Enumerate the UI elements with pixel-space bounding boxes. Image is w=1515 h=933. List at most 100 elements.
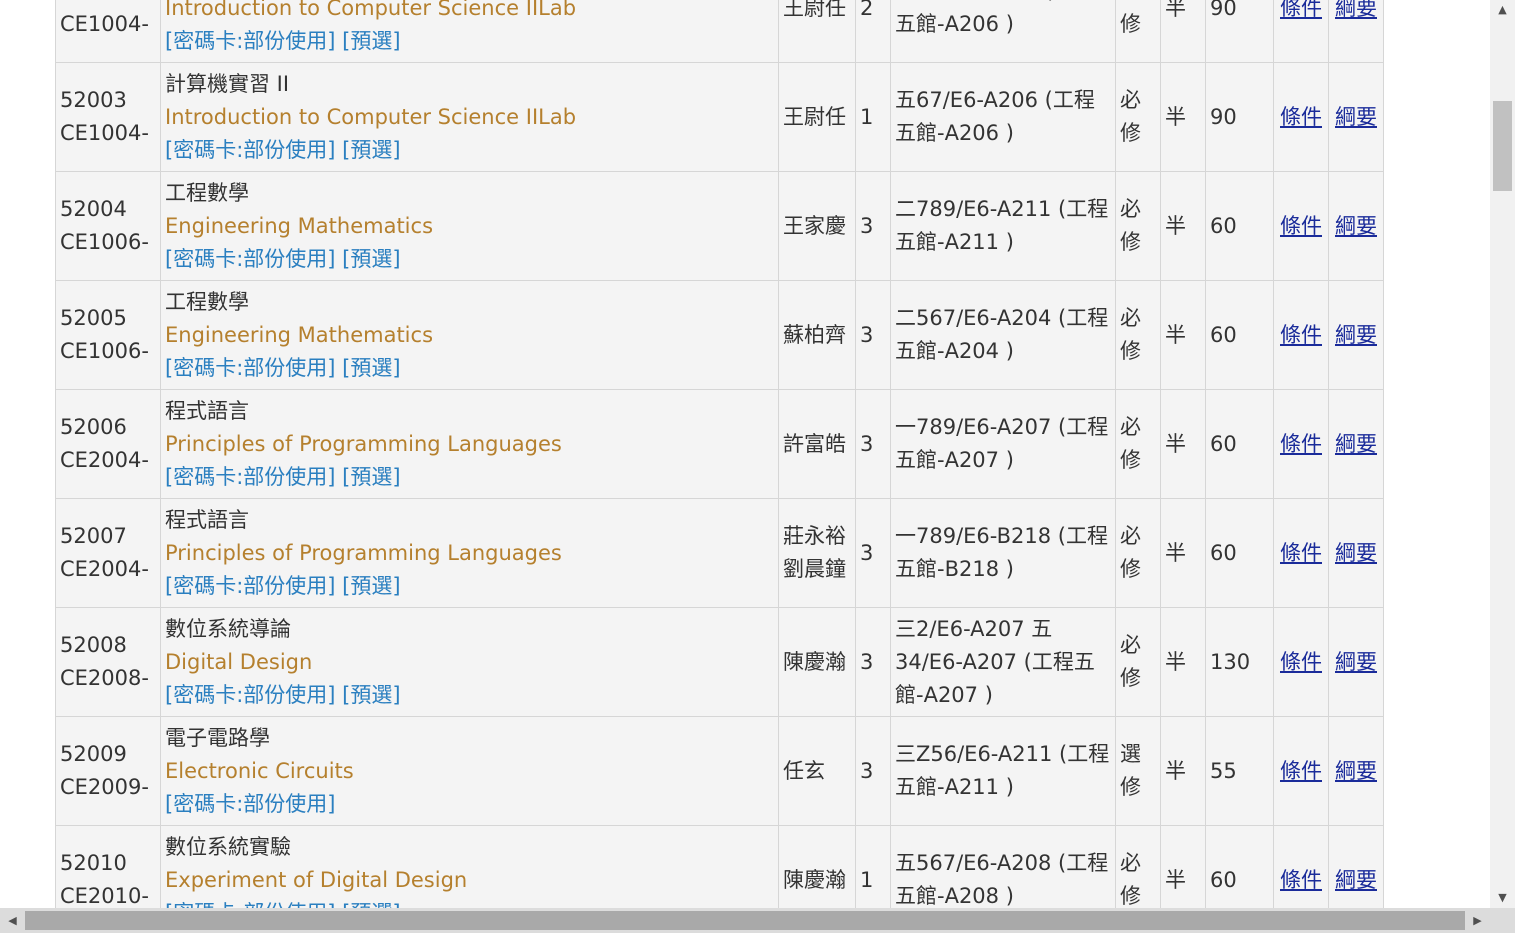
course-dept-code: CE2010- [60,884,149,908]
condition-link[interactable]: 條件 [1278,0,1324,21]
course-row: 52010 CE2010- 數位系統實驗 Experiment of Digital … [55,825,1384,909]
course-links: [密碼卡:部份使用] [165,788,774,821]
credit-cell: 3 [855,280,891,390]
outline-cell: 綱要 [1328,825,1384,908]
preselect-link[interactable]: [預選] [342,247,400,271]
condition-link[interactable]: 條件 [1278,649,1324,675]
course-row: 52003 CE1004- 計算機實習 II Introduction to Comp… [55,62,1384,172]
capacity-cell: 60 [1205,171,1274,281]
outline-link[interactable]: 綱要 [1333,758,1379,784]
outline-link[interactable]: 綱要 [1333,0,1379,21]
required-type-cell: 必修 [1115,825,1161,908]
semester-cell: 半 [1160,716,1206,826]
course-name-zh: 工程數學 [165,180,249,205]
scroll-right-arrow-icon[interactable]: ▶ [1465,908,1490,933]
course-name-cell: 計算機實習 IIIntroduction to Computer Science… [160,62,779,172]
barcode-link[interactable]: [密碼卡:部份使用] [165,138,335,162]
course-row: 52008 CE2008- 數位系統導論 Digital Design [密碼卡:部份使… [55,607,1384,717]
preselect-link[interactable]: [預選] [342,465,400,489]
barcode-link[interactable]: [密碼卡:部份使用] [165,792,335,816]
scroll-down-arrow-icon[interactable]: ▼ [1490,888,1515,908]
course-dept-code: CE1004- [60,12,149,36]
course-links: [密碼卡:部份使用] [預選] [165,461,774,494]
course-name-cell: 工程數學 Engineering Mathematics [密碼卡:部份使用] [預… [160,171,779,281]
outline-link[interactable]: 綱要 [1333,213,1379,239]
preselect-link[interactable]: [預選] [342,574,400,598]
barcode-link[interactable]: [密碼卡:部份使用] [165,901,335,909]
capacity-cell: 130 [1205,607,1274,717]
condition-link[interactable]: 條件 [1278,213,1324,239]
page-viewport[interactable]: 52002CE1004-計算機實習 IIIntroduction to Comp… [0,0,1490,908]
outline-link[interactable]: 綱要 [1333,431,1379,457]
course-serial: 52010 [60,851,127,875]
course-name-zh: 計算機實習 II [165,71,290,96]
barcode-link[interactable]: [密碼卡:部份使用] [165,574,335,598]
course-name-cell: 計算機實習 IIIntroduction to Computer Science… [160,0,779,63]
credit-cell: 3 [855,171,891,281]
capacity-cell: 60 [1205,825,1274,908]
time-location-cell: 三2/E6-A207 五34/E6-A207 (工程五館-A207 ) [890,607,1116,717]
capacity-cell: 90 [1205,0,1274,63]
outline-link[interactable]: 綱要 [1333,322,1379,348]
outline-cell: 綱要 [1328,0,1384,63]
barcode-link[interactable]: [密碼卡:部份使用] [165,683,335,707]
preselect-link[interactable]: [預選] [342,356,400,380]
condition-link[interactable]: 條件 [1278,104,1324,130]
preselect-link[interactable]: [預選] [342,138,400,162]
teacher-cell: 王尉任 [778,0,856,63]
condition-link[interactable]: 條件 [1278,322,1324,348]
condition-link[interactable]: 條件 [1278,758,1324,784]
vertical-scrollbar[interactable]: ▲ ▼ [1490,0,1515,908]
time-location-cell: 五567/E6-A208 (工程五館-A208 ) [890,825,1116,908]
barcode-link[interactable]: [密碼卡:部份使用] [165,356,335,380]
time-location-cell: 二567/E6-A204 (工程五館-A204 ) [890,280,1116,390]
outline-cell: 綱要 [1328,607,1384,717]
credit-cell: 1 [855,62,891,172]
credit-cell: 3 [855,607,891,717]
course-links: [密碼卡:部份使用] [預選] [165,25,774,58]
condition-link[interactable]: 條件 [1278,431,1324,457]
course-dept-code: CE1004- [60,121,149,145]
course-serial: 52003 [60,88,127,112]
capacity-cell: 60 [1205,280,1274,390]
course-name-cell: 數位系統實驗 Experiment of Digital Design [密碼卡:部… [160,825,779,909]
horizontal-scrollbar[interactable]: ◀ ▶ [0,908,1490,933]
condition-link[interactable]: 條件 [1278,867,1324,893]
preselect-link[interactable]: [預選] [342,901,400,909]
condition-cell: 條件 [1273,825,1329,908]
outline-link[interactable]: 綱要 [1333,104,1379,130]
course-dept-code: CE2004- [60,448,149,472]
outline-link[interactable]: 綱要 [1333,540,1379,566]
course-links: [密碼卡:部份使用] [預選] [165,679,774,712]
course-row: 52009 CE2009- 電子電路學 Electronic Circuits [密碼卡… [55,716,1384,826]
teacher-cell: 王尉任 [778,62,856,172]
condition-link[interactable]: 條件 [1278,540,1324,566]
course-serial: 52004 [60,197,127,221]
required-type-cell: 選修 [1115,716,1161,826]
vertical-scroll-thumb[interactable] [1493,101,1512,191]
preselect-link[interactable]: [預選] [342,683,400,707]
course-id-cell: 52004 CE1006- [55,171,161,281]
horizontal-scroll-thumb[interactable] [25,911,1465,930]
condition-cell: 條件 [1273,716,1329,826]
outline-link[interactable]: 綱要 [1333,649,1379,675]
teacher-cell: 蘇柏齊 [778,280,856,390]
credit-cell: 1 [855,825,891,908]
barcode-link[interactable]: [密碼卡:部份使用] [165,247,335,271]
barcode-link[interactable]: [密碼卡:部份使用] [165,465,335,489]
course-id-cell: 52006 CE2004- [55,389,161,499]
barcode-link[interactable]: [密碼卡:部份使用] [165,29,335,53]
scroll-up-arrow-icon[interactable]: ▲ [1490,0,1515,20]
preselect-link[interactable]: [預選] [342,29,400,53]
capacity-cell: 55 [1205,716,1274,826]
semester-cell: 半 [1160,280,1206,390]
course-links: [密碼卡:部份使用] [預選] [165,134,774,167]
semester-cell: 半 [1160,607,1206,717]
course-id-cell: 52005 CE1006- [55,280,161,390]
outline-link[interactable]: 綱要 [1333,867,1379,893]
semester-cell: 半 [1160,0,1206,63]
course-dept-code: CE1006- [60,339,149,363]
scroll-left-arrow-icon[interactable]: ◀ [0,908,25,933]
course-row: 52006 CE2004- 程式語言 Principles of Programmin… [55,389,1384,499]
teacher-cell: 王家慶 [778,171,856,281]
